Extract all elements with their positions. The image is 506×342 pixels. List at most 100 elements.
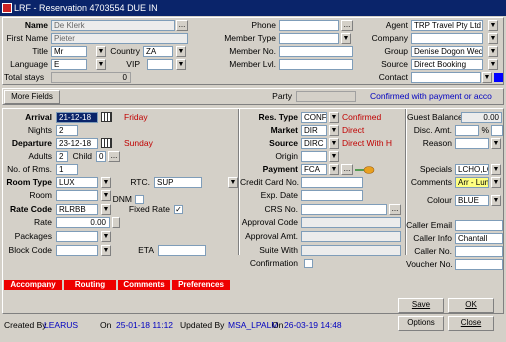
contact-dropdown[interactable]: ▼	[482, 72, 492, 83]
ok-button[interactable]: OK	[448, 298, 494, 313]
title-dropdown[interactable]: ▼	[96, 46, 106, 57]
origin-field[interactable]	[301, 151, 327, 162]
suite-with-label: Suite With	[259, 245, 298, 255]
caller-email-field[interactable]	[455, 220, 503, 231]
agent-dropdown[interactable]: ▼	[488, 20, 498, 31]
packages-field[interactable]	[56, 231, 98, 242]
comments-field[interactable]: Arr - Lunch on Arri	[455, 177, 489, 188]
credit-card-label: Credit Card No.	[240, 177, 300, 187]
tab-accompany[interactable]: Accompany	[4, 280, 62, 290]
comments-dropdown[interactable]: ▼	[491, 177, 501, 188]
vip-field[interactable]	[147, 59, 173, 70]
profile-source-field[interactable]: Direct Booking	[411, 59, 483, 70]
exp-date-field[interactable]	[301, 190, 363, 201]
block-code-label: Block Code	[8, 245, 52, 255]
dnm-checkbox[interactable]	[135, 195, 144, 204]
child-field[interactable]: 0	[96, 151, 106, 162]
rate-lookup-button[interactable]	[112, 217, 120, 228]
credit-card-field[interactable]	[301, 177, 363, 188]
colour-field[interactable]: BLUE	[455, 195, 489, 206]
first-name-field[interactable]: Pieter	[51, 33, 188, 44]
more-fields-button[interactable]: More Fields	[4, 90, 60, 104]
phone-field[interactable]	[279, 20, 339, 31]
country-dropdown[interactable]: ▼	[176, 46, 186, 57]
company-field[interactable]	[411, 33, 483, 44]
created-on-label: On	[100, 320, 112, 330]
tab-strip: Accompany Routing Comments Preferences	[4, 280, 230, 290]
payment-card-icon[interactable]	[355, 165, 375, 174]
options-button[interactable]: Options	[398, 316, 444, 331]
tab-routing[interactable]: Routing	[64, 280, 116, 290]
nights-field[interactable]: 2	[56, 125, 78, 136]
country-field[interactable]: ZA	[143, 46, 173, 57]
caller-info-field[interactable]: Chantall	[455, 233, 503, 244]
profile-source-dropdown[interactable]: ▼	[488, 59, 498, 70]
name-field[interactable]: De Klerk	[51, 20, 175, 31]
caller-no-field[interactable]	[455, 246, 503, 257]
crs-no-lookup-button[interactable]: ...	[389, 204, 401, 215]
payment-lookup-button[interactable]: ...	[341, 164, 353, 175]
confirmation-checkbox[interactable]	[304, 259, 313, 268]
origin-dropdown[interactable]: ▼	[329, 151, 339, 162]
room-type-dropdown[interactable]: ▼	[101, 177, 111, 188]
member-lvl-field[interactable]	[279, 59, 353, 70]
block-code-dropdown[interactable]: ▼	[101, 245, 111, 256]
specials-dropdown[interactable]: ▼	[491, 164, 501, 175]
payment-field[interactable]: FCA	[301, 164, 327, 175]
member-type-field[interactable]	[279, 33, 339, 44]
res-source-dropdown[interactable]: ▼	[329, 138, 339, 149]
room-dropdown[interactable]: ▼	[101, 190, 111, 201]
disc-amt-field[interactable]	[455, 125, 479, 136]
arrival-calendar-icon[interactable]	[101, 112, 112, 122]
rate-code-dropdown[interactable]: ▼	[101, 204, 111, 215]
arrival-field[interactable]: 21-12-18	[56, 112, 98, 123]
member-no-field[interactable]	[279, 46, 353, 57]
res-type-field[interactable]: CONF	[301, 112, 327, 123]
member-type-dropdown[interactable]: ▼	[341, 33, 351, 44]
group-field[interactable]: Denise Dogon Wedd	[411, 46, 483, 57]
crs-no-field[interactable]	[301, 204, 387, 215]
reason-dropdown[interactable]: ▼	[491, 138, 501, 149]
app-icon	[2, 3, 12, 13]
packages-dropdown[interactable]: ▼	[101, 231, 111, 242]
tab-comments[interactable]: Comments	[118, 280, 170, 290]
voucher-no-field[interactable]	[455, 259, 503, 270]
close-button[interactable]: Close	[448, 316, 494, 331]
rtc-field[interactable]: SUP	[154, 177, 202, 188]
payment-dropdown[interactable]: ▼	[329, 164, 339, 175]
language-dropdown[interactable]: ▼	[96, 59, 106, 70]
fixed-rate-checkbox[interactable]: ✓	[174, 205, 183, 214]
child-lookup-button[interactable]: ...	[108, 151, 120, 162]
rooms-field[interactable]: 1	[56, 164, 78, 175]
block-code-field[interactable]	[56, 245, 98, 256]
company-dropdown[interactable]: ▼	[488, 33, 498, 44]
language-field[interactable]: E	[51, 59, 87, 70]
colour-dropdown[interactable]: ▼	[491, 195, 501, 206]
tab-preferences[interactable]: Preferences	[172, 280, 230, 290]
agent-field[interactable]: TRP Travel Pty Ltd	[411, 20, 483, 31]
name-lookup-button[interactable]: ...	[176, 20, 188, 31]
save-button[interactable]: Save	[398, 298, 444, 313]
departure-field[interactable]: 23-12-18	[56, 138, 98, 149]
market-dropdown[interactable]: ▼	[329, 125, 339, 136]
room-field[interactable]	[56, 190, 98, 201]
rtc-dropdown[interactable]: ▼	[228, 177, 238, 188]
approval-amt-label: Approval Amt.	[245, 231, 298, 241]
specials-field[interactable]: LCHO,LOFL	[455, 164, 489, 175]
contact-field[interactable]	[411, 72, 481, 83]
adults-field[interactable]: 2	[56, 151, 68, 162]
departure-calendar-icon[interactable]	[101, 138, 112, 148]
eta-field[interactable]	[158, 245, 206, 256]
reason-field[interactable]	[455, 138, 489, 149]
phone-lookup-button[interactable]: ...	[341, 20, 353, 31]
vip-dropdown[interactable]: ▼	[176, 59, 186, 70]
room-type-field[interactable]: LUX	[56, 177, 98, 188]
disc-pct-field[interactable]	[491, 125, 503, 136]
group-dropdown[interactable]: ▼	[488, 46, 498, 57]
res-type-dropdown[interactable]: ▼	[329, 112, 339, 123]
res-source-field[interactable]: DIRC	[301, 138, 327, 149]
rate-code-field[interactable]: RLRBB	[56, 204, 98, 215]
title-field[interactable]: Mr	[51, 46, 87, 57]
market-field[interactable]: DIR	[301, 125, 327, 136]
rate-field[interactable]: 0.00	[56, 217, 110, 228]
